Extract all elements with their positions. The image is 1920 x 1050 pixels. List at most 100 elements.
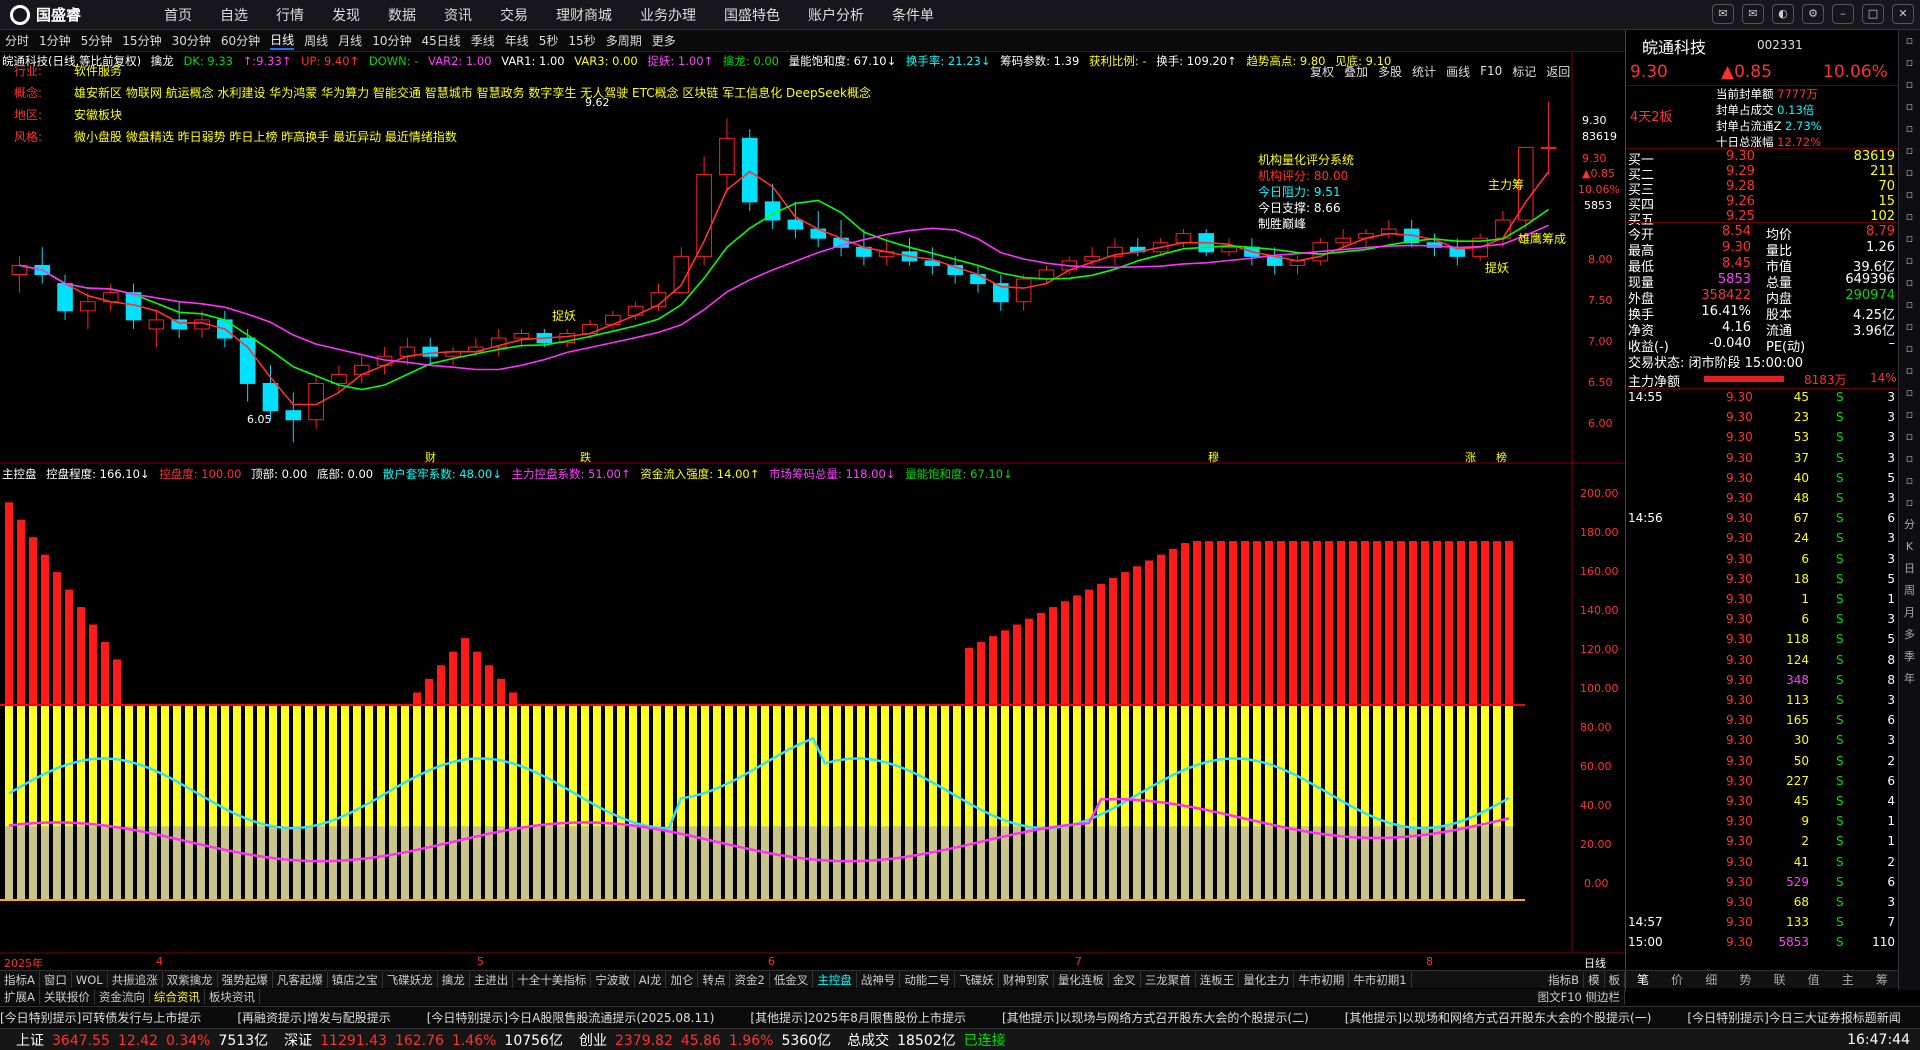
menu-trade[interactable]: 交易 [500,5,528,25]
period-1m[interactable]: 1分钟 [39,32,71,49]
indicator-tab-11[interactable]: 十全十美指标 [513,971,592,988]
candle[interactable] [559,328,575,348]
skin-icon[interactable]: ◐ [1772,4,1794,24]
period-30m[interactable]: 30分钟 [172,32,211,49]
tool-icon-14[interactable]: ▫ [1899,338,1920,360]
candle[interactable] [901,238,918,266]
marker-bang[interactable]: 榜 [1496,449,1507,465]
panel-tab-6[interactable]: 主 [1831,971,1865,988]
candle[interactable] [490,328,507,357]
tool-icon-8[interactable]: ▫ [1899,206,1920,228]
side-tool-4[interactable]: 月 [1899,602,1920,624]
indicator-tab-5[interactable]: 强势起爆 [218,971,273,988]
tool-icon-6[interactable]: ▫ [1899,162,1920,184]
indicator-tab-16[interactable]: 资金2 [730,971,770,988]
period-week[interactable]: 周线 [304,32,328,49]
period-10m[interactable]: 10分钟 [372,32,411,49]
candle[interactable] [513,328,530,348]
tool-icon-4[interactable]: ▫ [1899,118,1920,140]
period-year[interactable]: 年线 [505,32,529,49]
marker-die[interactable]: 跌 [580,449,591,465]
candle[interactable] [285,392,302,443]
menu-features[interactable]: 国盛特色 [724,5,780,25]
indicator-tab-1[interactable]: 窗口 [40,971,72,988]
panel-tab-5[interactable]: 值 [1797,971,1831,988]
indicator-tab-20[interactable]: 动能二号 [900,971,956,988]
info-tab-3[interactable]: 综合资讯 [150,989,205,1005]
indicator-right-1[interactable]: 模 [1584,971,1605,988]
candle[interactable] [764,183,781,230]
side-tool-1[interactable]: K [1899,536,1920,558]
candle[interactable] [741,129,758,211]
ticker-item-2[interactable]: [今日特别提示]今日A股限售股流通提示(2025.08.11) [427,1009,715,1026]
menu-discover[interactable]: 发现 [332,5,360,25]
indicator-tab-29[interactable]: 牛市初期1 [1349,971,1412,988]
mail-icon[interactable]: ✉ [1742,4,1764,24]
candle[interactable] [1403,220,1420,248]
info-tab-0[interactable]: 扩展A [0,989,40,1005]
indicator-tab-26[interactable]: 连板王 [1196,971,1240,988]
period-fenshi[interactable]: 分时 [5,32,29,49]
info-tab-1[interactable]: 关联报价 [40,989,95,1005]
indicator-right-0[interactable]: 指标B [1544,971,1584,988]
period-5s[interactable]: 5秒 [539,32,559,49]
bid-row[interactable]: 买二 9.29 211 [1626,163,1899,183]
period-more[interactable]: 更多 [652,32,676,49]
settings-icon[interactable]: ⚙ [1802,4,1824,24]
indicator-right-2[interactable]: 板 [1605,971,1625,988]
indicator-tab-25[interactable]: 三龙聚首 [1141,971,1196,988]
tool-icon-10[interactable]: ▫ [1899,250,1920,272]
indicator-tab-22[interactable]: 财神到家 [999,971,1054,988]
indicator-tab-9[interactable]: 擒龙 [438,971,470,988]
info-tab-2[interactable]: 资金流向 [95,989,150,1005]
indicator-tab-21[interactable]: 飞碟妖 [955,971,999,988]
menu-news[interactable]: 资讯 [444,5,472,25]
candle[interactable] [445,347,461,366]
period-45d[interactable]: 45日线 [421,32,460,49]
ticker-item-4[interactable]: [其他提示]以现场与网络方式召开股东大会的个股提示(二) [1002,1009,1309,1026]
index-2[interactable]: 创业 2379.82 45.86 1.96% 5360亿 [571,1030,831,1050]
marker-zhang[interactable]: 涨 [1465,449,1476,465]
period-15m[interactable]: 15分钟 [122,32,161,49]
bid-row[interactable]: 买一 9.30 83619 [1626,148,1899,168]
indicator-tab-12[interactable]: 宁波敢 [591,971,635,988]
tool-icon-13[interactable]: ▫ [1899,316,1920,338]
panel-tab-4[interactable]: 联 [1763,971,1797,988]
candle[interactable] [102,283,119,311]
panel-tab-2[interactable]: 细 [1694,971,1728,988]
tool-icon-11[interactable]: ▫ [1899,272,1920,294]
tool-icon-15[interactable]: ▫ [1899,360,1920,382]
tool-icon-1[interactable]: ▫ [1899,52,1920,74]
bid-row[interactable]: 买五 9.25 102 [1626,208,1899,228]
indicator-tab-27[interactable]: 量化主力 [1239,971,1295,988]
menu-watchlist[interactable]: 自选 [220,5,248,25]
menu-business[interactable]: 业务办理 [640,5,696,25]
minimize-icon[interactable]: – [1832,4,1854,24]
candle[interactable] [1381,220,1397,239]
period-month[interactable]: 月线 [338,32,362,49]
tool-icon-7[interactable]: ▫ [1899,184,1920,206]
tool-icon-5[interactable]: ▫ [1899,140,1920,162]
menu-quotes[interactable]: 行情 [276,5,304,25]
indicator-tab-7[interactable]: 镇店之宝 [328,971,383,988]
period-multi[interactable]: 多周期 [606,32,642,49]
indicator-tab-23[interactable]: 量化连板 [1054,971,1109,988]
ticker-item-5[interactable]: [其他提示]以现场和网络方式召开股东大会的个股提示(一) [1345,1009,1652,1026]
period-quarter[interactable]: 季线 [471,32,495,49]
side-tool-2[interactable]: 日 [1899,558,1920,580]
tool-icon-16[interactable]: ▫ [1899,382,1920,404]
period-day[interactable]: 日线 [270,31,295,50]
ticker-item-1[interactable]: [再融资提示]增发与配股提示 [237,1009,390,1026]
side-tool-0[interactable]: 分 [1899,514,1920,536]
tool-icon-18[interactable]: ▫ [1899,426,1920,448]
tool-icon-0[interactable]: ▫ [1899,30,1920,52]
candle[interactable] [262,365,279,420]
indicator-tab-15[interactable]: 转点 [698,971,731,988]
indicator-tab-8[interactable]: 飞碟妖龙 [383,971,438,988]
kline-svg[interactable] [0,52,1625,970]
tool-icon-19[interactable]: ▫ [1899,448,1920,470]
indicator-tab-4[interactable]: 双紫擒龙 [163,971,218,988]
ticker-item-3[interactable]: [其他提示]2025年8月限售股份上市提示 [750,1009,966,1026]
ticker-item-6[interactable]: [今日特别提示]今日三大证券报标题新闻 [1687,1009,1900,1026]
indicator-tab-6[interactable]: 凡客起爆 [273,971,328,988]
